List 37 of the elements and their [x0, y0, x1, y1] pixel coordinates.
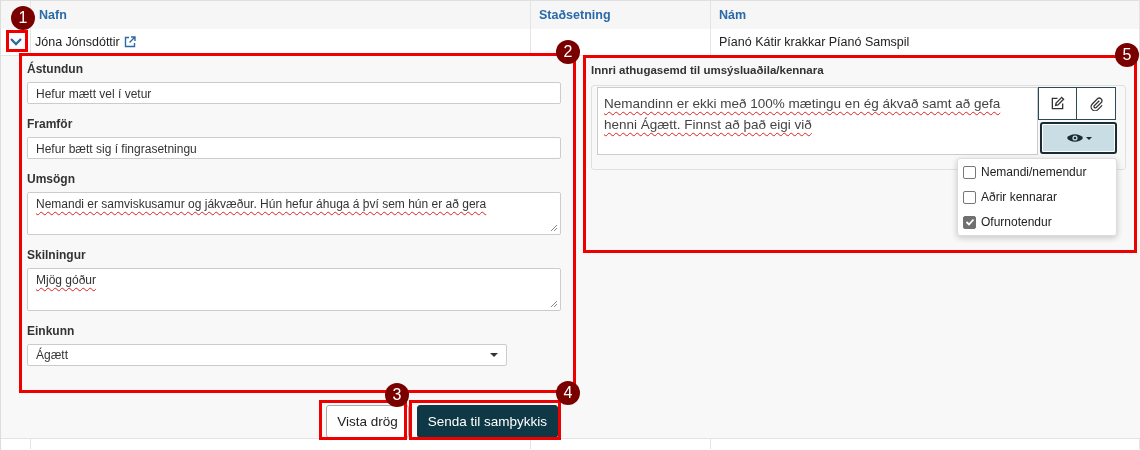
text-area[interactable]: Nemandi er samviskusamur og jákvæður. Hún hefur áhuga á því sem hún er að gera	[27, 192, 561, 235]
student-name: Jóna Jónsdóttir	[35, 35, 120, 49]
field-label: Skilningur	[27, 248, 87, 262]
field-label: Framför	[27, 117, 74, 131]
column-header[interactable]: Nám	[711, 1, 1140, 29]
step-badge: 5	[1115, 43, 1139, 67]
caret-icon	[1085, 136, 1092, 140]
edit-icon	[1050, 96, 1065, 111]
eye-icon	[1065, 132, 1084, 144]
table-cell: Píanó Kátir krakkar Píanó Samspil	[719, 35, 910, 49]
chevron-icon[interactable]	[9, 38, 22, 46]
visibility-button[interactable]	[1040, 122, 1117, 154]
edit-button[interactable]	[1038, 87, 1077, 120]
checkbox[interactable]	[963, 215, 976, 229]
field-label: Einkunn	[27, 324, 76, 338]
section-title: Innri athugasemd til umsýsluaðila/kennara	[591, 64, 825, 76]
option-label: Ofurnotendur	[981, 215, 1052, 229]
input-field[interactable]: Hefur bætt sig í fingrasetningu	[27, 137, 561, 159]
option-label: Nemandi/nemendur	[981, 165, 1087, 179]
resize-grip-icon[interactable]	[550, 300, 558, 308]
dropdown[interactable]: Ágætt	[27, 344, 507, 366]
paperclip-icon	[1088, 96, 1104, 111]
attach-button[interactable]	[1077, 87, 1116, 120]
step-badge: 2	[556, 40, 580, 64]
text-area[interactable]: Nemandinn er ekki með 100% mætingu en ég ákvað samt að gefa henni Ágætt. Finnst að það eigi við	[597, 87, 1038, 155]
caret-icon	[490, 353, 498, 357]
resize-grip-icon[interactable]	[550, 224, 558, 232]
field-label: Ástundun	[27, 62, 84, 76]
field-label: Umsögn	[27, 172, 76, 186]
checkbox[interactable]	[963, 165, 976, 179]
submit-button[interactable]: Senda til samþykkis	[416, 405, 558, 438]
column-header[interactable]: Staðsetning	[531, 1, 711, 29]
input-field[interactable]: Hefur mætt vel í vetur	[27, 82, 561, 104]
external-link-icon[interactable]	[123, 36, 136, 48]
text-area[interactable]: Mjög góður	[27, 268, 561, 311]
checkbox[interactable]	[963, 190, 976, 204]
option-label: Aðrir kennarar	[981, 190, 1058, 204]
